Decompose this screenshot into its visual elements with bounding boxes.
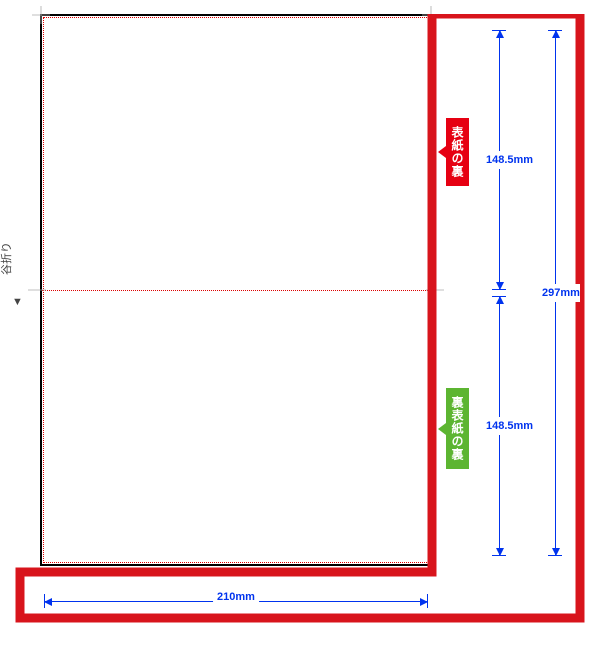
crop-mark-ml-icon [28, 281, 46, 299]
valley-fold-arrow-icon: ▼ [12, 296, 23, 308]
dim-bottom-half-height: 148.5mm [482, 296, 516, 556]
dim-top-half-height: 148.5mm [482, 30, 516, 290]
crop-mark-tl-icon [32, 6, 50, 24]
crop-mark-tr-icon [422, 6, 440, 24]
dim-bottom-half-value: 148.5mm [486, 417, 533, 435]
crop-mark-mr-icon [426, 281, 444, 299]
dim-full-height: 297mm [538, 30, 572, 556]
dim-full-height-value: 297mm [542, 284, 580, 302]
dim-width: 210mm [44, 584, 428, 618]
template-diagram: 谷折り ▼ 表紙の裏 裏表紙の裏 148.5mm 148.5m [0, 0, 598, 646]
valley-fold-label: 谷折り [0, 242, 14, 275]
fold-line [42, 290, 430, 291]
back-cover-back-tag: 裏表紙の裏 [446, 388, 469, 469]
page-rect [40, 14, 432, 566]
dim-top-half-value: 148.5mm [486, 151, 533, 169]
dim-width-value: 210mm [213, 591, 259, 603]
front-cover-back-tag: 表紙の裏 [446, 118, 469, 186]
